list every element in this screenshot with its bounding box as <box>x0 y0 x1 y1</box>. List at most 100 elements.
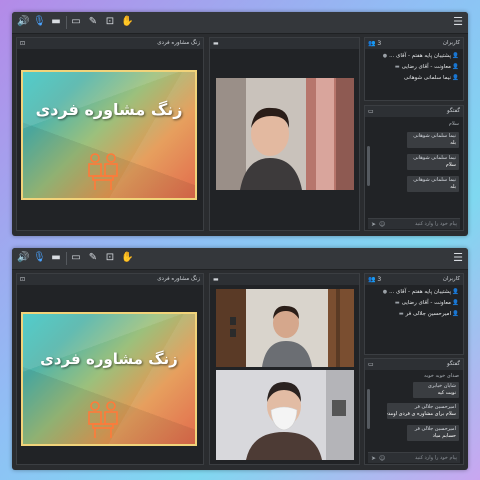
attendee-name: نیما سلمانی شوهانی <box>403 75 451 81</box>
mic-icon[interactable]: 🎙 <box>33 16 46 28</box>
camera-header: ▬ <box>210 274 359 285</box>
presentation-slide: زنگ مشاوره فردی <box>21 312 197 446</box>
user-icon: 👤 <box>452 300 459 306</box>
attendees-header: کاربران 👥 3 <box>365 274 463 285</box>
camera-on-icon: ▬ <box>394 300 400 306</box>
screen-share-icon[interactable]: ▭ <box>70 252 82 264</box>
chat-text: بله <box>450 184 456 190</box>
chat-sender: شایان خیابری <box>427 383 456 389</box>
window-icon[interactable]: ⊡ <box>20 274 25 285</box>
scrollbar[interactable] <box>367 146 370 186</box>
chat-message: امیرحسین جلالی فر سلام برای مشاوره ی فرد… <box>387 403 459 419</box>
list-item[interactable]: 👤معاونت - آقای رضایی▬ <box>395 298 459 308</box>
camera-on-icon: ▬ <box>394 64 400 70</box>
audio-icon[interactable]: 🔊 <box>17 16 29 28</box>
users-icon: 👥 3 <box>368 276 382 283</box>
chat-header-label: گفتگو <box>447 108 460 114</box>
chat-icon: ▭ <box>368 361 374 368</box>
chat-message: شایان خیابری نوبت کیه <box>413 382 459 398</box>
chat-text: سلام برای مشاوره ی فردی اومدم <box>387 411 456 417</box>
attendees-panel: کاربران 👥 3 👤پشتیبان پایه هفتم - آقای ..… <box>364 37 464 101</box>
send-icon[interactable]: ➤ <box>371 219 376 230</box>
user-icon: 👤 <box>452 53 459 59</box>
camera-on-icon: ▬ <box>398 311 404 317</box>
camera-panel: ▬ <box>209 273 360 465</box>
attendee-name: امیرحسین جلالی فر <box>405 311 451 317</box>
presentation-panel: زنگ مشاوره فردی ⊡ زنگ مشاوره فردی <box>16 273 204 465</box>
chat-text: سلام <box>445 162 456 168</box>
attendees-header-label: کاربران <box>442 276 460 282</box>
chat-input-placeholder: پیام خود را وارد کنید <box>414 455 457 461</box>
window-icon[interactable]: ⊡ <box>20 38 25 49</box>
chat-text: حسابم میاد <box>432 433 456 439</box>
chat-sender: نیما سلمانی شوهانی <box>413 155 456 161</box>
present-icon[interactable]: ⊡ <box>104 16 116 28</box>
menu-icon[interactable]: ☰ <box>452 252 464 264</box>
chat-message: صدای خوبه خوبه <box>424 373 459 379</box>
emoji-icon[interactable]: ☺ <box>379 219 385 230</box>
list-item[interactable]: 👤پشتیبان پایه هفتم - آقای ...● <box>383 287 459 297</box>
mic-icon[interactable]: 🎙 <box>33 252 46 264</box>
presentation-header-label: زنگ مشاوره فردی <box>157 276 200 282</box>
chat-input-placeholder: پیام خود را وارد کنید <box>414 221 457 227</box>
camera-icon[interactable]: ▬ <box>50 252 62 264</box>
mic-muted-icon: ● <box>382 289 388 295</box>
chat-message: امیرحسین جلالی فر حسابم میاد <box>407 425 459 441</box>
emoji-icon[interactable]: ☺ <box>379 453 385 464</box>
audio-icon[interactable]: 🔊 <box>17 252 29 264</box>
user-icon: 👤 <box>452 289 459 295</box>
attendees-header: کاربران 👥 3 <box>365 38 463 49</box>
chat-panel: گفتگو ▭ صدای خوبه خوبه شایان خیابری نوبت… <box>364 358 464 465</box>
attendees-count: 3 <box>377 40 382 47</box>
camera-icon[interactable]: ▬ <box>50 16 62 28</box>
camera-panel: ▬ <box>209 37 360 231</box>
screen-share-icon[interactable]: ▭ <box>70 16 82 28</box>
attendee-name: معاونت - آقای رضایی <box>401 64 451 70</box>
chat-input[interactable]: پیام خود را وارد کنید ➤ ☺ <box>368 218 460 229</box>
slide-title: زنگ مشاوره فردی <box>40 350 178 368</box>
chat-sender: امیرحسین جلالی فر <box>414 404 456 410</box>
student-video <box>216 78 354 190</box>
camera-header: ▬ <box>210 38 359 49</box>
user-icon: 👤 <box>452 64 459 70</box>
list-item[interactable]: 👤امیرحسین جلالی فر▬ <box>399 309 459 319</box>
list-item[interactable]: 👤پشتیبان پایه هفتم - آقای ...● <box>383 51 459 61</box>
chat-input[interactable]: پیام خود را وارد کنید ➤ ☺ <box>368 452 460 463</box>
toolbar: 🔊 🎙 ▬ ▭ ✎ ⊡ ✋ ☰ <box>12 12 468 34</box>
attendee-name: پشتیبان پایه هفتم - آقای ... <box>389 53 451 59</box>
chat-message: نیما سلمانی شوهانی بله <box>407 176 459 192</box>
menu-icon[interactable]: ☰ <box>452 16 464 28</box>
camera-icon[interactable]: ▬ <box>213 274 219 285</box>
present-icon[interactable]: ⊡ <box>104 252 116 264</box>
pen-icon[interactable]: ✎ <box>87 16 99 28</box>
meeting-screenshot-bottom: 🔊 🎙 ▬ ▭ ✎ ⊡ ✋ ☰ زنگ مشاوره فردی ⊡ زنگ مش… <box>12 248 468 470</box>
list-item[interactable]: 👤معاونت - آقای رضایی▬ <box>395 62 459 72</box>
users-icon: 👥 3 <box>368 40 382 47</box>
raise-hand-icon[interactable]: ✋ <box>121 16 133 28</box>
presentation-header: زنگ مشاوره فردی ⊡ <box>17 274 203 285</box>
chat-message: نیما سلمانی شوهانی بله <box>407 132 459 148</box>
chat-header-label: گفتگو <box>447 361 460 367</box>
chat-message: نیما سلمانی شوهانی سلام <box>407 154 459 170</box>
presentation-panel: زنگ مشاوره فردی ⊡ زنگ مشاوره فردی <box>16 37 204 231</box>
presentation-header-label: زنگ مشاوره فردی <box>157 40 200 46</box>
camera-icon[interactable]: ▬ <box>213 38 219 49</box>
attendee-name: معاونت - آقای رضایی <box>401 300 451 306</box>
chat-sender: نیما سلمانی شوهانی <box>413 133 456 139</box>
student-video <box>216 289 354 367</box>
raise-hand-icon[interactable]: ✋ <box>121 252 133 264</box>
chat-sender: نیما سلمانی شوهانی <box>413 177 456 183</box>
chat-text: بله <box>450 140 456 146</box>
list-item[interactable]: 👤نیما سلمانی شوهانی <box>404 73 459 83</box>
send-icon[interactable]: ➤ <box>371 453 376 464</box>
attendees-count: 3 <box>377 276 382 283</box>
pen-icon[interactable]: ✎ <box>87 252 99 264</box>
mic-muted-icon: ● <box>382 53 388 59</box>
chat-message: سلام <box>448 121 459 127</box>
chat-icon: ▭ <box>368 108 374 115</box>
scrollbar[interactable] <box>367 389 370 429</box>
chat-sender: امیرحسین جلالی فر <box>414 426 456 432</box>
presentation-header: زنگ مشاوره فردی ⊡ <box>17 38 203 49</box>
counseling-icon <box>88 401 118 438</box>
user-icon: 👤 <box>452 75 459 81</box>
